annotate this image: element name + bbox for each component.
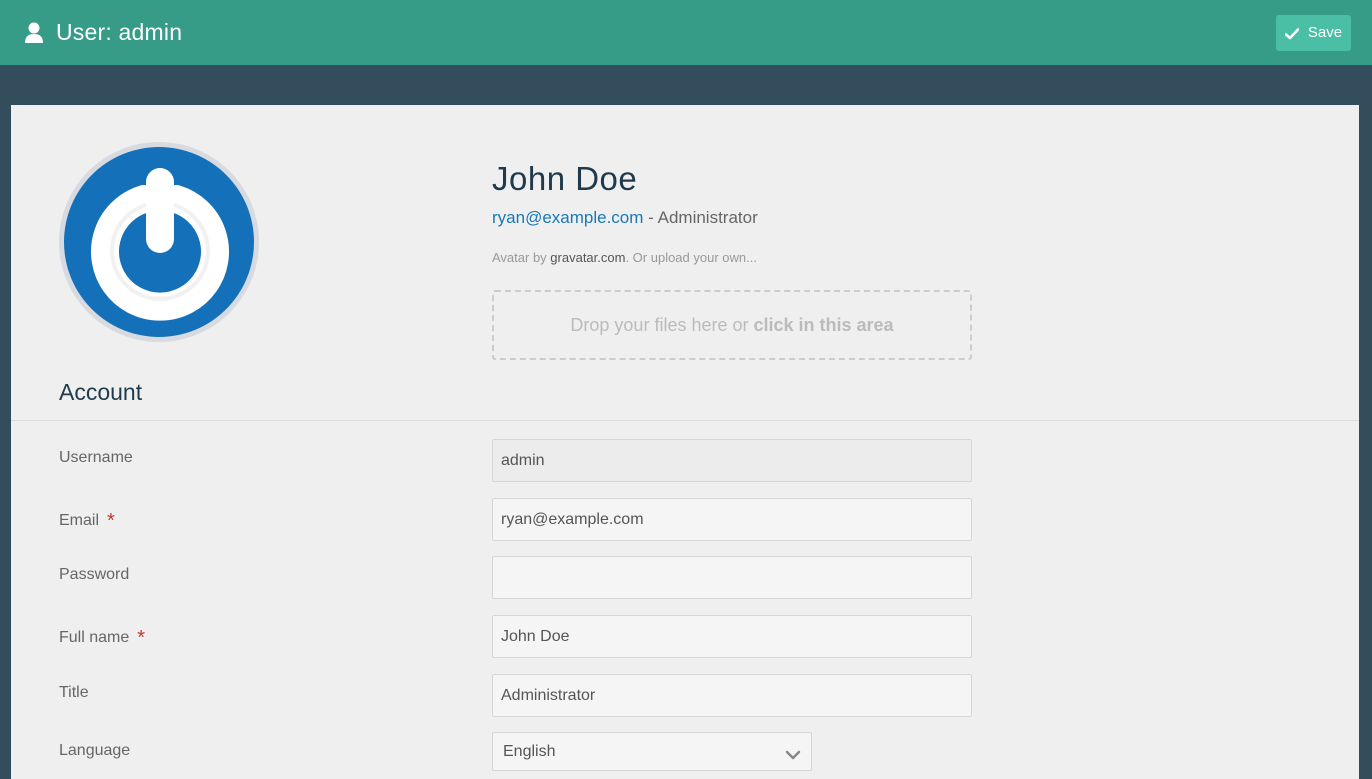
avatar-note-prefix: Avatar by xyxy=(492,250,551,265)
email-label: Email * xyxy=(59,508,115,532)
profile-email-link[interactable]: ryan@example.com xyxy=(492,208,643,227)
chevron-down-icon xyxy=(785,747,801,759)
avatar-note-suffix: . Or upload your own... xyxy=(625,250,757,265)
gravatar-link[interactable]: gravatar.com xyxy=(550,250,625,265)
page-header: User: admin xyxy=(24,19,182,46)
username-field[interactable] xyxy=(492,439,972,482)
top-bar: User: admin Save xyxy=(0,0,1372,65)
full-name-field[interactable] xyxy=(492,615,972,658)
required-marker: * xyxy=(137,627,146,649)
avatar-dropzone[interactable]: Drop your files here or click in this ar… xyxy=(492,290,972,360)
full-name-label: Full name * xyxy=(59,625,146,649)
page-title: User: admin xyxy=(56,19,183,45)
profile-role: Administrator xyxy=(657,208,758,227)
dropzone-click-text: click in this area xyxy=(753,314,894,335)
username-label: Username xyxy=(59,449,133,466)
password-label: Password xyxy=(59,566,130,583)
section-divider xyxy=(11,420,1359,421)
password-field[interactable] xyxy=(492,556,972,599)
avatar-note: Avatar by gravatar.com. Or upload your o… xyxy=(492,250,757,265)
title-label: Title xyxy=(59,684,89,701)
account-section-title: Account xyxy=(59,379,143,405)
language-label: Language xyxy=(59,742,131,759)
check-icon xyxy=(1284,27,1300,39)
required-marker: * xyxy=(107,510,115,532)
gravatar-logo-icon xyxy=(64,147,254,337)
profile-name: John Doe xyxy=(492,160,638,197)
language-select-value: English xyxy=(503,742,556,760)
user-panel: John Doe ryan@example.com - Administrato… xyxy=(11,105,1359,779)
language-select[interactable]: English xyxy=(492,732,812,771)
role-separator: - xyxy=(643,208,658,227)
avatar xyxy=(59,142,259,342)
email-label-text: Email xyxy=(59,512,100,529)
save-button[interactable]: Save xyxy=(1276,14,1351,51)
save-button-label: Save xyxy=(1307,24,1343,41)
full-name-label-text: Full name xyxy=(59,629,130,646)
user-icon xyxy=(24,22,44,44)
email-field[interactable] xyxy=(492,498,972,541)
title-field[interactable] xyxy=(492,674,972,717)
profile-meta: ryan@example.com - Administrator xyxy=(492,208,758,228)
dropzone-text: Drop your files here or xyxy=(570,314,749,335)
